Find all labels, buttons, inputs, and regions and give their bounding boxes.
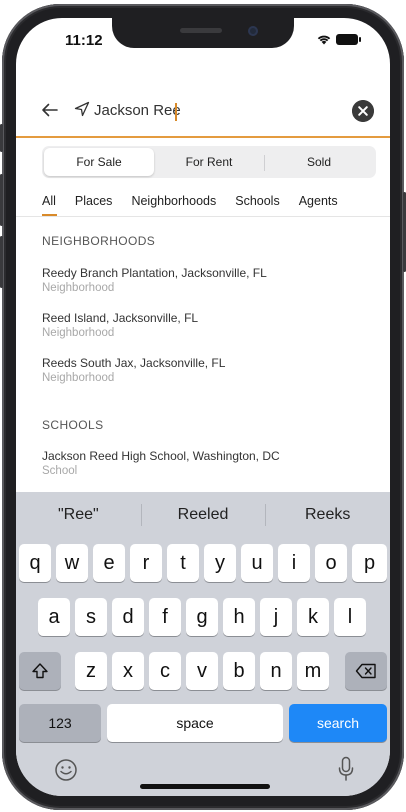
key-c[interactable]: c (149, 652, 181, 690)
battery-icon (336, 34, 361, 45)
volume-down-button (0, 236, 3, 288)
delete-icon (355, 663, 376, 679)
suggestion-2[interactable]: Reeled (140, 492, 266, 538)
key-k[interactable]: k (297, 598, 329, 636)
front-camera (248, 26, 258, 36)
key-m[interactable]: m (297, 652, 329, 690)
key-r[interactable]: r (130, 544, 162, 582)
keyboard: "Ree" Reeled Reeks q w e r t y u i o p a… (16, 492, 390, 796)
numbers-key[interactable]: 123 (19, 704, 101, 742)
tab-neighborhoods[interactable]: Neighborhoods (131, 194, 216, 216)
shift-key[interactable] (19, 652, 61, 690)
result-title[interactable]: Jackson Reed High School, Washington, DC (42, 449, 280, 463)
listing-type-segment: For Sale For Rent Sold (42, 146, 376, 178)
key-t[interactable]: t (167, 544, 199, 582)
result-title[interactable]: Reed Island, Jacksonville, FL (42, 311, 198, 325)
result-title[interactable]: Reedy Branch Plantation, Jacksonville, F… (42, 266, 267, 280)
result-type: Neighborhood (42, 282, 115, 294)
key-d[interactable]: d (112, 598, 144, 636)
space-key[interactable]: space (107, 704, 283, 742)
key-e[interactable]: e (93, 544, 125, 582)
key-p[interactable]: p (352, 544, 387, 582)
section-heading-neighborhoods: NEIGHBORHOODS (42, 234, 156, 248)
tab-places[interactable]: Places (75, 194, 113, 216)
mute-switch (0, 124, 3, 152)
key-o[interactable]: o (315, 544, 347, 582)
suggestion-3[interactable]: Reeks (265, 492, 390, 538)
key-j[interactable]: j (260, 598, 292, 636)
home-indicator[interactable] (140, 784, 270, 789)
search-bar (16, 88, 390, 132)
text-caret (175, 103, 177, 121)
key-f[interactable]: f (149, 598, 181, 636)
segment-sold[interactable]: Sold (264, 148, 374, 176)
filter-tabs: All Places Neighborhoods Schools Agents (42, 194, 390, 216)
key-i[interactable]: i (278, 544, 310, 582)
key-g[interactable]: g (186, 598, 218, 636)
navigation-arrow-icon (74, 101, 90, 117)
emoji-icon[interactable] (54, 758, 78, 782)
volume-up-button (0, 174, 3, 226)
key-z[interactable]: z (75, 652, 107, 690)
tab-agents[interactable]: Agents (299, 194, 338, 216)
suggestion-1[interactable]: "Ree" (16, 492, 141, 538)
shift-icon (32, 663, 48, 679)
key-w[interactable]: w (56, 544, 88, 582)
key-l[interactable]: l (334, 598, 366, 636)
wifi-icon (317, 35, 331, 44)
key-s[interactable]: s (75, 598, 107, 636)
result-type: Neighborhood (42, 372, 115, 384)
search-input[interactable] (94, 96, 334, 124)
notch (112, 18, 294, 48)
search-key[interactable]: search (289, 704, 387, 742)
status-time: 11:12 (65, 32, 103, 49)
key-x[interactable]: x (112, 652, 144, 690)
suggestion-bar: "Ree" Reeled Reeks (16, 492, 390, 538)
clear-icon[interactable] (352, 100, 374, 122)
tab-schools[interactable]: Schools (235, 194, 279, 216)
key-a[interactable]: a (38, 598, 70, 636)
key-u[interactable]: u (241, 544, 273, 582)
tab-all[interactable]: All (42, 194, 57, 216)
key-h[interactable]: h (223, 598, 255, 636)
result-title[interactable]: Reeds South Jax, Jacksonville, FL (42, 356, 225, 370)
segment-for-sale[interactable]: For Sale (44, 148, 154, 176)
result-type: Neighborhood (42, 327, 115, 339)
search-underline (16, 136, 390, 138)
speaker-grille (180, 28, 222, 33)
status-icons (317, 34, 361, 45)
segment-for-rent[interactable]: For Rent (154, 148, 264, 176)
key-b[interactable]: b (223, 652, 255, 690)
phone-frame: 11:12 For Sa (0, 4, 406, 810)
delete-key[interactable] (345, 652, 387, 690)
result-type: School (42, 465, 78, 477)
key-n[interactable]: n (260, 652, 292, 690)
key-y[interactable]: y (204, 544, 236, 582)
section-heading-schools: SCHOOLS (42, 418, 104, 432)
key-v[interactable]: v (186, 652, 218, 690)
tabs-divider (16, 216, 390, 217)
key-q[interactable]: q (19, 544, 51, 582)
phone-screen: 11:12 For Sa (16, 18, 390, 796)
back-arrow-icon[interactable] (40, 100, 60, 120)
microphone-icon[interactable] (337, 756, 355, 782)
